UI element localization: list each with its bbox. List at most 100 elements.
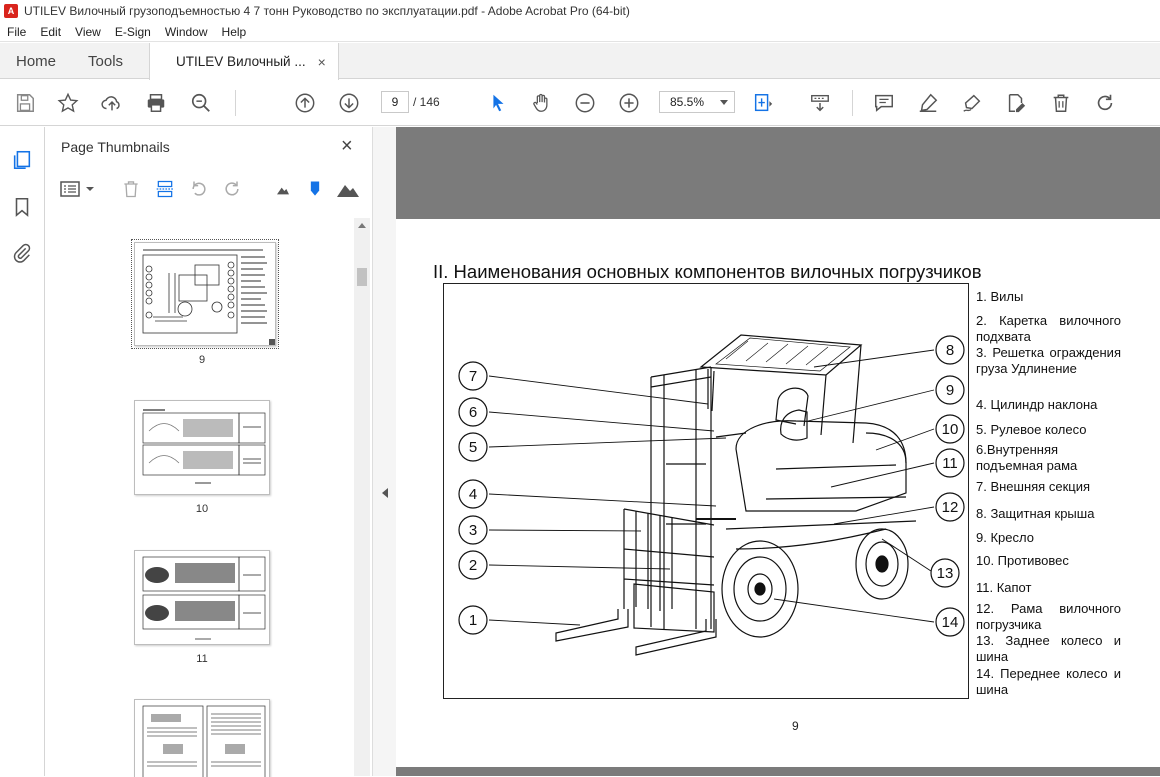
legend-item-8: 8. Защитная крыша xyxy=(976,506,1095,521)
page-number-footer: 9 xyxy=(792,719,799,733)
callout-label-14: 14 xyxy=(942,614,959,631)
thumbnail-page-10[interactable] xyxy=(134,400,270,495)
page-thumbnails-icon[interactable] xyxy=(10,148,34,172)
pdf-page: II. Наименования основных компонентов ви… xyxy=(396,219,1160,767)
thumbnail-small-icon[interactable] xyxy=(271,177,295,201)
legend-item-13: 13. Заднее колесо и шина xyxy=(976,633,1121,664)
legend-item-14: 14. Переднее колесо и шина xyxy=(976,666,1121,697)
star-icon[interactable] xyxy=(54,89,82,117)
pointer-icon[interactable] xyxy=(484,89,512,117)
tab-bar: Home Tools UTILEV Вилочный ... × xyxy=(0,43,1160,80)
delete-icon[interactable] xyxy=(1047,89,1075,117)
menu-bar: File Edit View E-Sign Window Help xyxy=(0,22,1160,42)
print-icon[interactable] xyxy=(142,89,170,117)
callout-label-5: 5 xyxy=(469,439,477,456)
zoom-search-icon[interactable] xyxy=(187,89,215,117)
legend-item-12: 12. Рама вилочного погрузчика xyxy=(976,601,1121,632)
close-icon[interactable]: × xyxy=(341,135,353,158)
chevron-left-icon xyxy=(382,488,388,498)
page-total: / 146 xyxy=(413,95,440,109)
legend-item-6: 6.Внутренняя подъемная рама xyxy=(976,442,1078,473)
legend-item-5: 5. Рулевое колесо xyxy=(976,422,1087,437)
comment-icon[interactable] xyxy=(870,89,898,117)
callout-label-7: 7 xyxy=(469,368,477,385)
thumbnail-number-11: 11 xyxy=(196,653,208,665)
thumbnail-toolbar xyxy=(45,174,372,204)
thumbnail-number-9: 9 xyxy=(198,354,206,366)
thumbnail-page-12[interactable] xyxy=(134,699,270,777)
insert-page-icon[interactable] xyxy=(153,177,177,201)
legend-item-1: 1. Вилы xyxy=(976,289,1024,304)
menu-view[interactable]: View xyxy=(68,25,108,39)
save-icon[interactable] xyxy=(11,89,39,117)
callout-label-2: 2 xyxy=(469,557,477,574)
zoom-value: 85.5% xyxy=(670,95,705,109)
callout-label-13: 13 xyxy=(937,565,954,582)
title-bar: A UTILEV Вилочный грузоподъемностью 4 7 … xyxy=(0,0,1160,22)
legend-item-4: 4. Цилиндр наклона xyxy=(976,397,1098,412)
menu-window[interactable]: Window xyxy=(158,25,215,39)
zoom-select[interactable]: 85.5% xyxy=(659,91,735,113)
highlight-icon[interactable] xyxy=(914,89,942,117)
thumbnail-scrollbar[interactable] xyxy=(354,218,370,776)
panel-collapse-handle[interactable] xyxy=(372,127,396,776)
scroll-up-icon[interactable] xyxy=(358,223,366,228)
legend-item-7: 7. Внешняя секция xyxy=(976,479,1090,494)
tab-document-label: UTILEV Вилочный ... xyxy=(176,54,306,69)
callout-label-6: 6 xyxy=(469,404,477,421)
acrobat-app-icon: A xyxy=(4,4,18,18)
rotate-right-icon[interactable] xyxy=(220,177,244,201)
callout-label-4: 4 xyxy=(469,486,477,503)
thumbnail-page-11[interactable] xyxy=(134,550,270,645)
thumbnail-large-icon[interactable] xyxy=(336,177,360,201)
tab-tools[interactable]: Tools xyxy=(72,43,139,79)
legend-item-2: 2. Каретка вилочного подхвата xyxy=(976,313,1121,344)
trash-icon[interactable] xyxy=(119,177,143,201)
tab-document[interactable]: UTILEV Вилочный ... × xyxy=(149,43,339,80)
bookmark-icon[interactable] xyxy=(10,195,34,219)
scrollbar-thumb[interactable] xyxy=(357,268,367,286)
upload-icon[interactable] xyxy=(98,89,126,117)
callout-label-8: 8 xyxy=(946,342,954,359)
sign-icon[interactable] xyxy=(958,89,986,117)
menu-edit[interactable]: Edit xyxy=(33,25,68,39)
thumbnail-list: 9 10 11 xyxy=(45,217,355,777)
attachment-icon[interactable] xyxy=(10,241,34,265)
menu-help[interactable]: Help xyxy=(215,25,254,39)
redo-icon[interactable] xyxy=(1091,89,1119,117)
tab-close-icon[interactable]: × xyxy=(318,54,326,70)
thumbnail-number-10: 10 xyxy=(195,503,209,515)
callout-label-3: 3 xyxy=(469,522,477,539)
document-view[interactable]: II. Наименования основных компонентов ви… xyxy=(396,127,1160,776)
callout-label-12: 12 xyxy=(942,499,959,516)
navigation-rail xyxy=(0,127,45,776)
thumbnail-slider-icon[interactable] xyxy=(303,177,327,201)
chevron-down-icon xyxy=(720,100,728,105)
zoom-out-icon[interactable] xyxy=(571,89,599,117)
thumbnail-page-9[interactable] xyxy=(131,239,279,349)
fit-page-icon[interactable] xyxy=(749,89,777,117)
callout-label-9: 9 xyxy=(946,382,954,399)
legend-item-11: 11. Капот xyxy=(976,580,1032,595)
callout-label-11: 11 xyxy=(942,455,958,472)
edit-icon[interactable] xyxy=(1002,89,1030,117)
main-toolbar xyxy=(0,80,1160,126)
scroll-mode-icon[interactable] xyxy=(806,89,834,117)
callout-label-1: 1 xyxy=(469,612,477,629)
arrow-up-icon[interactable] xyxy=(291,89,319,117)
panel-title: Page Thumbnails xyxy=(61,139,170,155)
page-number-input[interactable]: 9 xyxy=(381,91,409,113)
menu-esign[interactable]: E-Sign xyxy=(108,25,158,39)
zoom-in-icon[interactable] xyxy=(615,89,643,117)
legend-item-3: 3. Решетка ограждения груза Удлинение xyxy=(976,345,1121,376)
options-menu-icon[interactable] xyxy=(59,177,97,201)
page-thumbnails-panel: Page Thumbnails × 9 10 11 xyxy=(45,127,372,777)
hand-icon[interactable] xyxy=(527,89,555,117)
window-title: UTILEV Вилочный грузоподъемностью 4 7 то… xyxy=(24,4,630,18)
callout-label-10: 10 xyxy=(942,421,959,438)
menu-file[interactable]: File xyxy=(0,25,33,39)
tab-home[interactable]: Home xyxy=(0,43,72,79)
rotate-left-icon[interactable] xyxy=(187,177,211,201)
legend-item-10: 10. Противовес xyxy=(976,553,1069,568)
arrow-down-icon[interactable] xyxy=(335,89,363,117)
